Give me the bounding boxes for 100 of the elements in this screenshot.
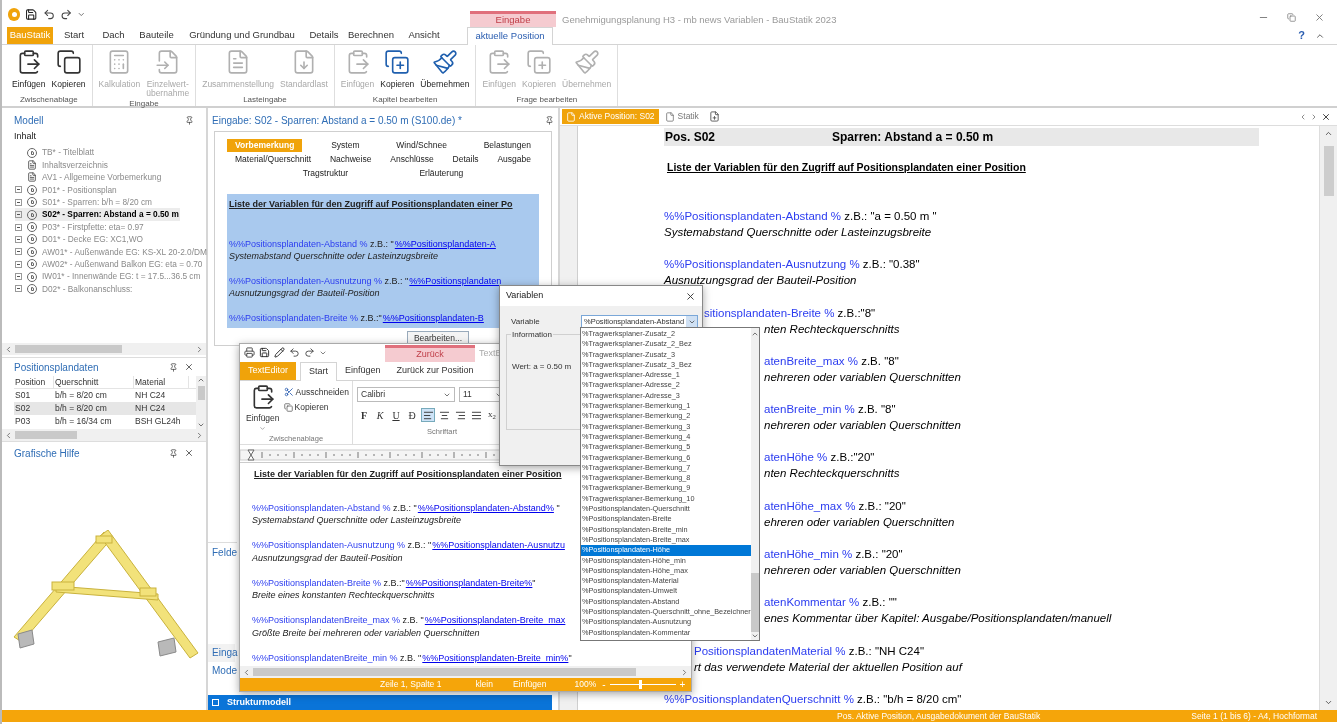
ribbon-tab[interactable]: Gründung und Grundbau (181, 27, 303, 44)
pin-icon[interactable] (169, 362, 178, 372)
variable-link[interactable]: %%Positionsplandaten-Breite_max (424, 615, 566, 625)
ribbon-button[interactable]: Einfügen (9, 45, 49, 89)
input-tab[interactable]: Nachweise (321, 152, 380, 166)
scroll-thumb[interactable] (15, 345, 122, 353)
table-row[interactable]: P03 b/h = 16/34 cm BSH GL24h (14, 415, 196, 428)
scroll-thumb[interactable] (253, 668, 636, 676)
variable-link[interactable]: %%Positionsplandaten-Abstand% (417, 502, 554, 513)
format-button[interactable]: F (357, 408, 371, 422)
new-document-icon[interactable] (708, 111, 720, 122)
ribbon-button[interactable]: Übernehmen (417, 45, 473, 89)
variable-link[interactable]: %%Positionsplandaten-B (382, 312, 484, 323)
scroll-up-icon[interactable] (750, 330, 759, 338)
redo-icon[interactable] (304, 347, 315, 358)
close-icon[interactable] (685, 290, 696, 302)
align-button[interactable] (421, 408, 435, 422)
scroll-right-icon[interactable] (195, 430, 204, 440)
pin-icon[interactable] (169, 448, 178, 458)
close-icon[interactable] (184, 362, 194, 372)
close-icon[interactable] (1321, 111, 1331, 122)
subscript-button[interactable]: x$_{2}$ (485, 408, 499, 422)
input-tab[interactable]: Details (444, 152, 487, 166)
scroll-down-icon[interactable] (1324, 698, 1333, 707)
tree-item[interactable]: D01* - Decke EG: XC1,WO (15, 233, 144, 246)
slider-thumb[interactable] (639, 680, 643, 689)
tree-item[interactable]: S01* - Sparren: b/h = 8/20 cm (15, 196, 153, 209)
scroll-thumb[interactable] (1323, 146, 1334, 196)
close-icon[interactable] (184, 448, 194, 458)
format-button[interactable]: Ð (405, 408, 419, 422)
ribbon-tab[interactable]: Dach (95, 27, 132, 44)
ribbon-button[interactable]: Kopieren (48, 45, 89, 89)
ribbon-tab[interactable]: Start (300, 362, 338, 381)
scroll-thumb[interactable] (750, 572, 759, 633)
tree-item[interactable]: P01* - Positionsplan (15, 183, 118, 197)
format-button[interactable]: K (373, 408, 387, 422)
vertical-scrollbar[interactable] (750, 328, 759, 640)
variable-link[interactable]: %%Positionsplandaten (409, 275, 502, 286)
horizontal-scrollbar[interactable] (240, 666, 691, 678)
tree-item[interactable]: Inhaltsverzeichnis (15, 158, 109, 172)
scroll-thumb[interactable] (15, 431, 78, 439)
input-tab[interactable]: System (323, 138, 368, 152)
variable-link[interactable]: %%Positionsplandaten-A (394, 238, 496, 249)
scroll-down-icon[interactable] (750, 632, 759, 640)
undo-icon[interactable] (289, 347, 300, 358)
ribbon-tab[interactable]: Ansicht (397, 27, 451, 44)
input-tab[interactable]: Tragstruktur (294, 166, 357, 180)
structure-bar[interactable]: Strukturmodell (208, 695, 552, 710)
scroll-left-icon[interactable] (4, 430, 13, 440)
table-row[interactable]: S02 b/h = 8/20 cm NH C24 (14, 402, 196, 415)
tree-item[interactable]: AV1 - Allgemeine Vorbemerkung (15, 171, 163, 184)
font-select[interactable]: Calibri (357, 387, 455, 402)
input-tab[interactable]: Anschlüsse (382, 152, 442, 166)
scroll-left-icon[interactable] (4, 344, 13, 354)
ribbon-tab[interactable]: Bauteile (132, 27, 181, 44)
scroll-up-icon[interactable] (197, 376, 205, 384)
redo-icon[interactable] (60, 8, 73, 21)
zoom-slider[interactable] (609, 680, 676, 689)
cut-button[interactable]: Ausschneiden (283, 386, 349, 399)
input-tab[interactable]: Ausgabe (489, 152, 539, 166)
scroll-thumb[interactable] (197, 386, 205, 400)
scroll-up-icon[interactable] (1324, 129, 1333, 138)
input-tab[interactable]: Erläuterung (411, 166, 472, 180)
horizontal-scrollbar[interactable] (2, 429, 206, 441)
ribbon-tab[interactable]: aktuelle Position (467, 27, 553, 45)
ribbon-button[interactable]: Kopieren (377, 45, 418, 89)
ribbon-tab[interactable]: Einfügen (337, 362, 389, 380)
input-tab[interactable]: Wind/Schnee (388, 138, 455, 152)
format-button[interactable]: U (389, 408, 403, 422)
ribbon-tab[interactable]: Zurück zur Position (388, 362, 482, 380)
input-tab[interactable]: Material/Querschnitt (227, 152, 320, 166)
document-tab[interactable]: Statik (660, 109, 703, 124)
horizontal-scrollbar[interactable] (2, 343, 206, 355)
variable-link[interactable]: %%Positionsplandaten-Ausnutzu (432, 540, 565, 550)
ribbon-tab[interactable]: Berechnen (345, 27, 397, 44)
paste-button[interactable]: Einfügen (246, 384, 280, 433)
print-icon[interactable] (244, 347, 255, 358)
scroll-right-icon[interactable] (680, 667, 689, 677)
tree-item[interactable]: IW01* - Innenwände EG: t = 17.5...36.5 cm (15, 270, 202, 283)
scroll-right-icon[interactable] (1310, 112, 1318, 121)
scroll-right-icon[interactable] (195, 344, 204, 354)
undo-icon[interactable] (42, 8, 56, 21)
variable-link[interactable]: %%Positionsplandaten-Breite_min% (422, 652, 569, 663)
copy-button[interactable]: Kopieren (283, 400, 349, 414)
tree-item[interactable]: D02* - Balkonanschluss: (15, 282, 134, 296)
scroll-left-icon[interactable] (1299, 112, 1307, 121)
tree-item[interactable]: AW02* - Außenwand Balkon EG: eta = 0.70 (15, 258, 204, 271)
pin-icon[interactable] (545, 115, 554, 125)
edit-icon[interactable] (274, 347, 285, 358)
save-icon[interactable] (25, 8, 38, 21)
table-row[interactable]: S01 b/h = 8/20 cm NH C24 (14, 389, 196, 402)
input-tab[interactable]: Belastungen (475, 138, 539, 152)
tree-item[interactable]: S02* - Sparren: Abstand a = 0.50 m (15, 208, 180, 221)
tree-item[interactable]: P03* - Firstpfette: eta= 0.97 (15, 220, 145, 234)
app-logo-icon[interactable] (8, 8, 21, 21)
tree-item[interactable]: TB* - Titelblatt (15, 146, 96, 159)
help-button[interactable]: ? (1298, 27, 1305, 44)
scroll-down-icon[interactable] (197, 421, 205, 429)
customize-icon[interactable] (77, 10, 86, 19)
scroll-left-icon[interactable] (242, 667, 251, 677)
